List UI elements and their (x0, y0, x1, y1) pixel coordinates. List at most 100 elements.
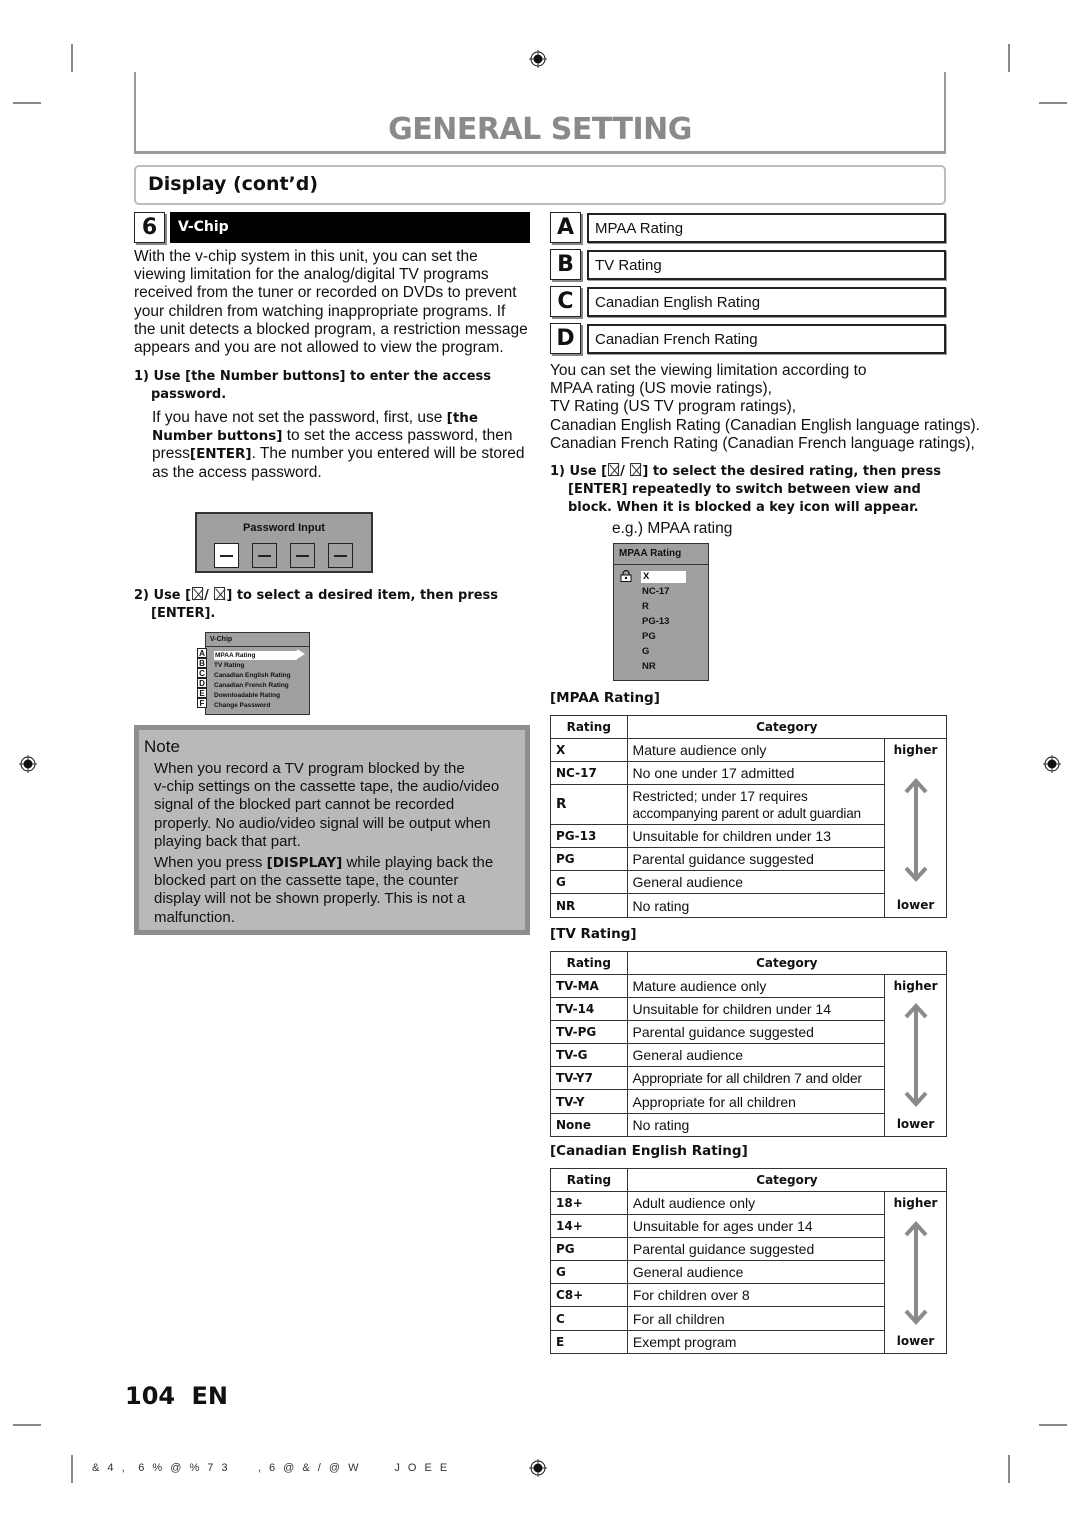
vchip-menu-item[interactable]: Change Password (214, 701, 270, 710)
rating-cell: None (550, 1112, 628, 1137)
example-label: e.g.) MPAA rating (612, 520, 733, 537)
osd-rating-item[interactable]: X (641, 571, 686, 583)
text: block. When it is blocked a key icon wil… (568, 500, 919, 515)
table-row: 18+ Adult audience only higher (550, 1190, 947, 1216)
text: [DISPLAY] (266, 855, 343, 871)
osd-rating-item[interactable]: G (642, 646, 649, 658)
category-cell: Mature audience only (626, 737, 886, 763)
text: MPAA rating (US movie ratings), (550, 380, 772, 398)
lock-icon (620, 570, 632, 582)
text: You can set the viewing limitation accor… (550, 362, 867, 379)
up-down-scale-arrow-icon (904, 1003, 928, 1107)
tv-rating-table: Rating Category TV-MA Mature audience on… (550, 951, 948, 1137)
header-category: Category (626, 715, 948, 739)
category-letter: C (550, 286, 581, 317)
table-header-row: Rating Category (550, 715, 948, 739)
up-arrow-button-icon (192, 587, 204, 600)
section-title: Display (cont’d) (148, 173, 319, 195)
scale-lower-label: lower (884, 1330, 947, 1354)
rating-cell: TV-G (550, 1043, 628, 1068)
osd-rating-item[interactable]: PG (642, 631, 656, 643)
category-cell: Adult audience only (626, 1190, 886, 1216)
text: / (620, 464, 630, 479)
text: ] to select the desired rating, then pre… (642, 464, 941, 479)
password-digit-slot[interactable] (214, 543, 239, 568)
category-cell: For children over 8 (626, 1283, 886, 1308)
vchip-menu-item[interactable]: MPAA Rating (214, 651, 297, 660)
rating-cell: X (550, 737, 628, 763)
rating-cell: C (550, 1306, 628, 1331)
rating-cell: TV-Y7 (550, 1066, 628, 1091)
registration-mark-icon (1043, 755, 1061, 773)
text: [the (446, 410, 479, 426)
intro-line: appears and you are not allowed to view … (134, 339, 504, 357)
text: . The number you entered will be stored (251, 445, 525, 463)
rating-cell: PG (550, 1237, 628, 1262)
category-cell: General audience (626, 1260, 886, 1285)
category-cell: Parental guidance suggested (626, 847, 886, 872)
note-paragraph: When you record a TV program blocked by … (154, 760, 529, 851)
text: playing back that part. (154, 832, 301, 850)
down-arrow-button-icon (630, 463, 642, 476)
category-cell: No rating (626, 1112, 886, 1137)
step-title-bar: V-Chip (170, 212, 530, 243)
note-title: Note (144, 737, 180, 756)
rating-cell: R (550, 784, 628, 826)
category-cell: Unsuitable for children under 13 (626, 824, 886, 849)
up-arrow-button-icon (608, 463, 620, 476)
osd-rating-item[interactable]: R (642, 601, 649, 613)
category-cell: For all children (626, 1306, 886, 1331)
rating-cell: TV-MA (550, 973, 628, 999)
crop-mark (1039, 102, 1067, 104)
category-label: MPAA Rating (595, 220, 684, 237)
section-header: Display (cont’d) (134, 165, 946, 205)
header-category: Category (626, 951, 948, 975)
text: 2) Use [ (134, 588, 192, 603)
crop-mark (1008, 44, 1010, 72)
rating-cell: 18+ (550, 1190, 628, 1216)
rating-cell: TV-14 (550, 997, 628, 1022)
category-cell: Appropriate for all children (626, 1089, 886, 1114)
rating-cell: PG-13 (550, 824, 628, 849)
text: v-chip settings on the cassette tape, th… (154, 778, 500, 796)
text: TV Rating (US TV program ratings), (550, 398, 797, 416)
category-cell: Appropriate for all children 7 and older (626, 1066, 886, 1091)
vchip-menu-item[interactable]: TV Rating (214, 661, 244, 670)
crop-mark (13, 102, 41, 104)
category-cell: Exempt program (626, 1329, 886, 1354)
text: 1) Use [ (550, 464, 608, 479)
menu-letter-label: E (197, 688, 207, 698)
password-digit-slot[interactable] (290, 543, 315, 568)
rating-cell: NC-17 (550, 761, 628, 786)
text: while playing back the (342, 854, 494, 871)
category-cell: General audience (626, 1043, 886, 1068)
osd-rating-item[interactable]: NR (642, 661, 656, 673)
osd-rating-item[interactable]: PG-13 (642, 616, 669, 628)
submenu-arrow-icon (297, 649, 305, 659)
vchip-menu-item[interactable]: Canadian English Rating (214, 671, 291, 680)
table-row: NC-17 No one under 17 admitted (550, 761, 947, 894)
text: Number buttons] (152, 428, 283, 445)
scale-higher-label: higher (884, 737, 947, 762)
header-rating: Rating (550, 1168, 628, 1192)
vchip-menu-item[interactable]: Canadian French Rating (214, 681, 289, 690)
registration-mark-icon (19, 755, 37, 773)
text: accompanying parent or adult guardian (632, 805, 862, 821)
table-row: None No rating lower (550, 1112, 947, 1137)
table-row: E Exempt program lower (550, 1329, 947, 1354)
vchip-menu-item[interactable]: Downloadable Rating (214, 691, 280, 700)
rating-cell: G (550, 870, 628, 895)
text: display will not be shown properly. This… (154, 890, 466, 908)
category-tv: TV Rating (587, 250, 946, 280)
canadian-english-rating-table: Rating Category 18+ Adult audience only … (550, 1168, 948, 1354)
osd-rating-item[interactable]: NC-17 (642, 586, 669, 598)
text: malfunction. (154, 908, 235, 926)
up-down-scale-arrow-icon (904, 1221, 928, 1325)
vchip-menu: V-Chip MPAA Rating TV Rating Canadian En… (205, 632, 310, 715)
password-digit-slot[interactable] (328, 543, 353, 568)
password-digit-slot[interactable] (252, 543, 277, 568)
intro-line: With the v-chip system in this unit, you… (134, 248, 478, 265)
step-title: V-Chip (178, 219, 229, 235)
menu-letter-label: B (197, 658, 207, 668)
step-number: 6 (134, 212, 165, 243)
